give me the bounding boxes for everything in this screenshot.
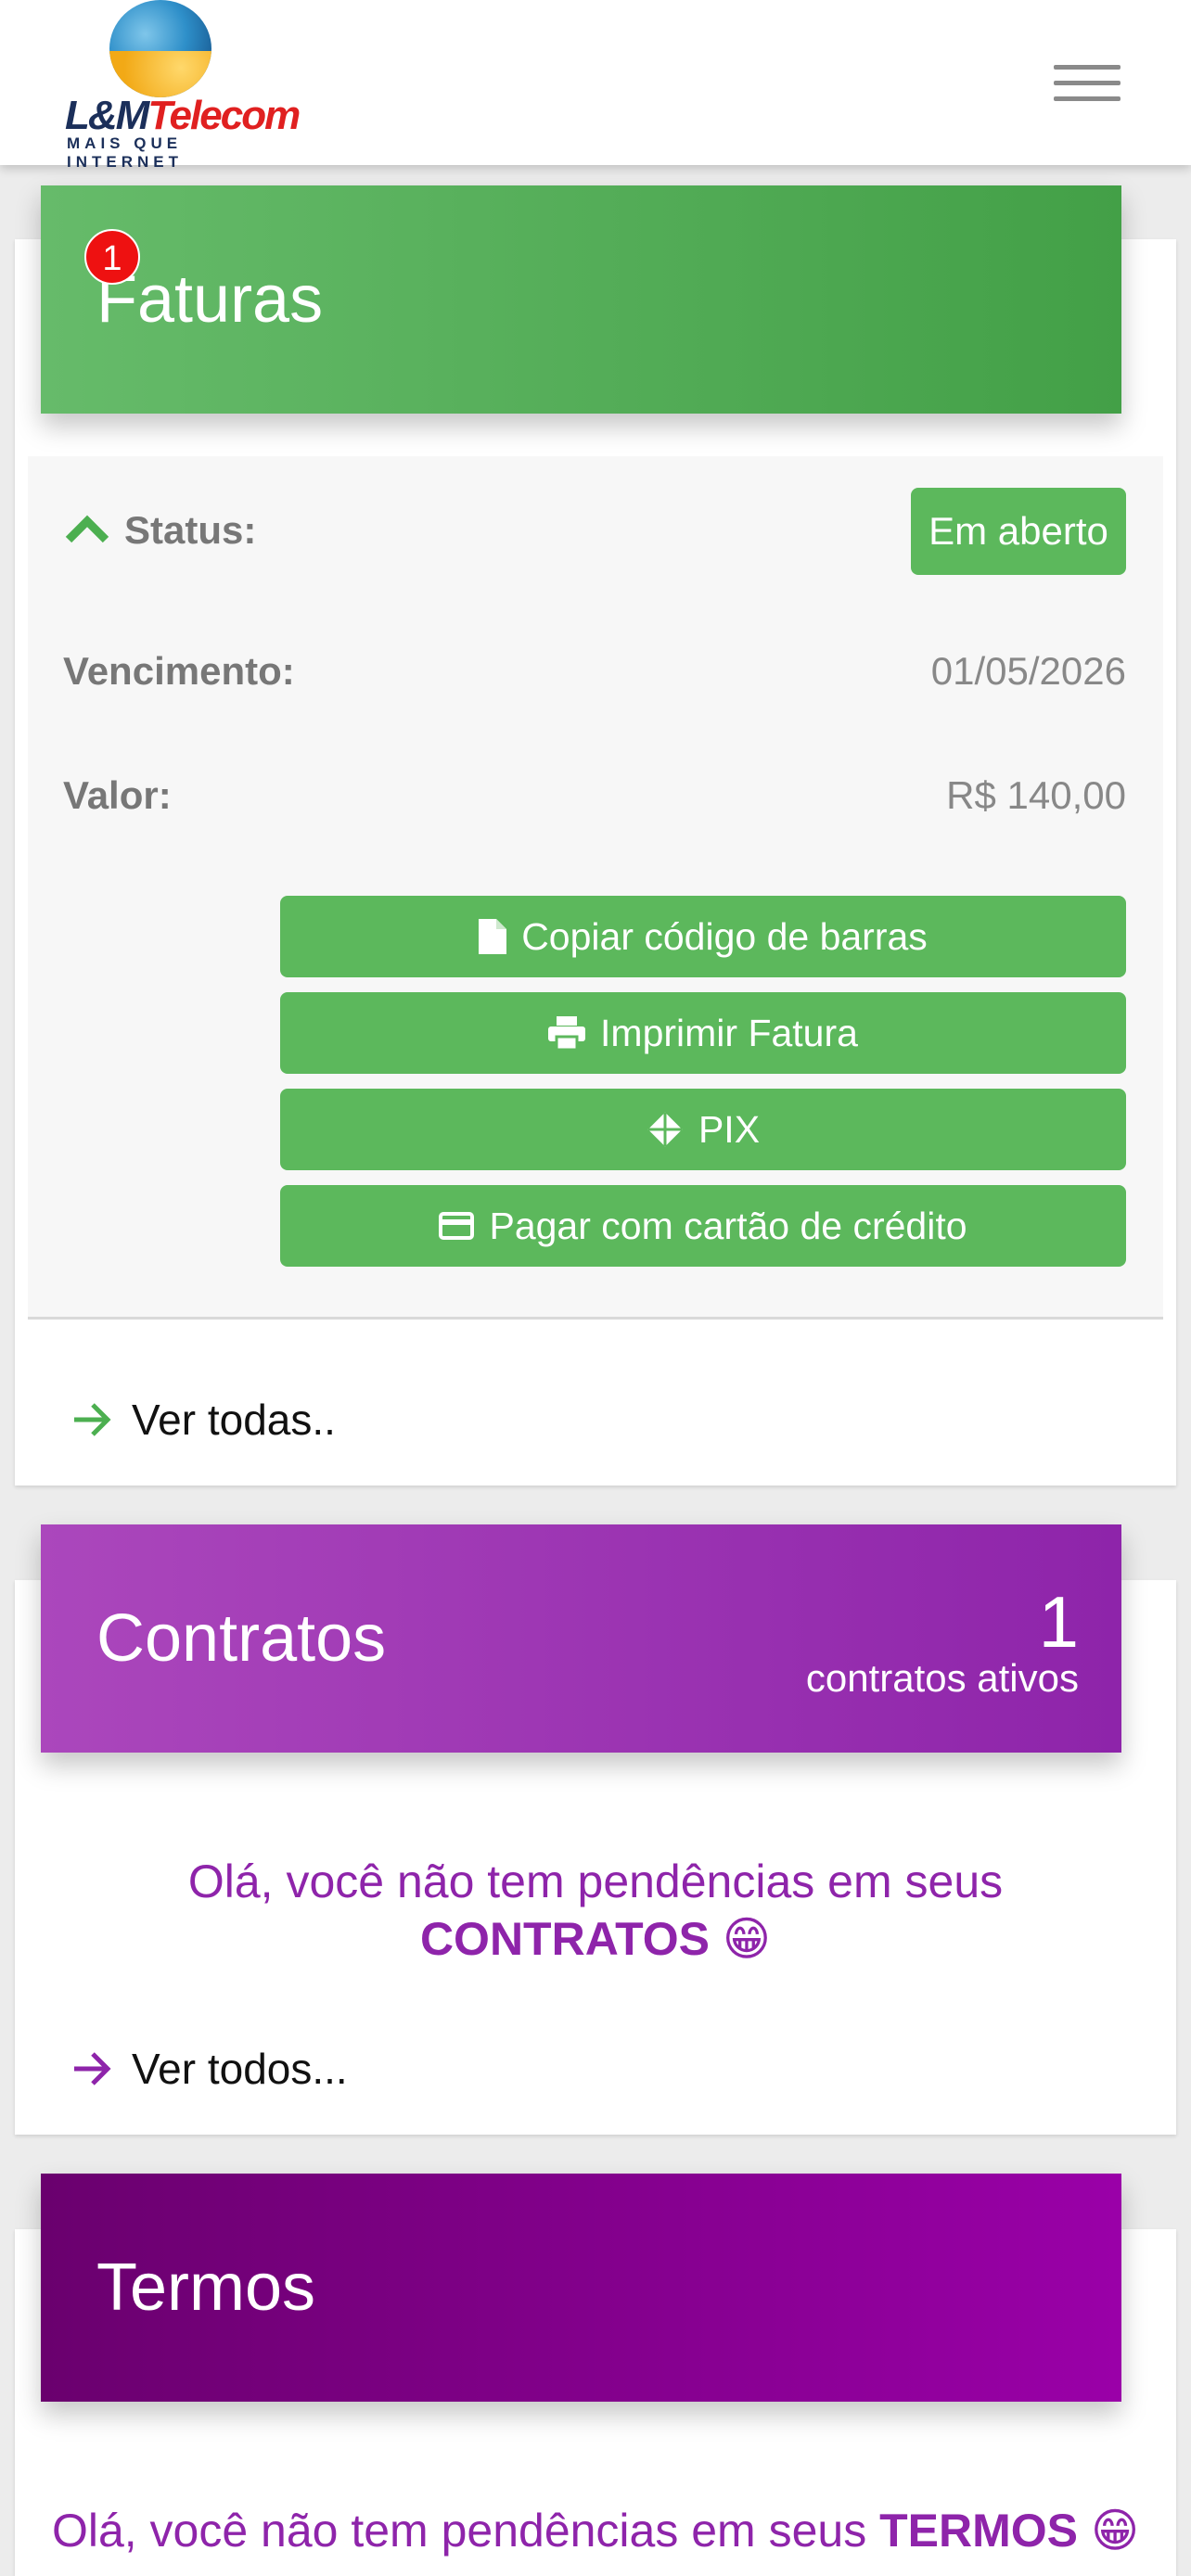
credit-card-label: Pagar com cartão de crédito (489, 1204, 967, 1247)
faturas-header: Faturas (41, 185, 1121, 414)
arrow-right-icon (74, 1403, 111, 1436)
logo-brand: L&MTelecom (65, 93, 301, 138)
amount-value: R$ 140,00 (946, 773, 1126, 817)
grin-emoji-icon: 😁 (722, 1913, 772, 1965)
contratos-message: Olá, você não tem pendências em seus CON… (187, 1855, 1004, 1965)
print-invoice-button[interactable]: Imprimir Fatura (280, 992, 1126, 1074)
pix-button[interactable]: PIX (280, 1089, 1126, 1170)
see-all-invoices-label: Ver todas.. (132, 1396, 336, 1444)
termos-header: Termos (41, 2174, 1121, 2402)
chevron-up-icon[interactable] (65, 514, 109, 543)
see-all-contracts-link[interactable]: Ver todos... (72, 2044, 348, 2094)
termos-highlight: TERMOS (879, 2505, 1079, 2557)
due-date-value: 01/05/2026 (930, 649, 1126, 693)
grin-emoji-icon: 😁 (1090, 2505, 1140, 2557)
logo-globe-icon (109, 0, 211, 97)
contratos-header: Contratos 1 contratos ativos (41, 1524, 1121, 1753)
copy-barcode-button[interactable]: Copiar código de barras (280, 896, 1126, 977)
see-all-invoices-link[interactable]: Ver todas.. (72, 1395, 336, 1445)
top-bar: L&MTelecom MAIS QUE INTERNET (0, 0, 1191, 171)
see-all-contracts-label: Ver todos... (132, 2045, 348, 2093)
credit-card-icon (439, 1212, 475, 1240)
logo-tagline: MAIS QUE INTERNET (67, 134, 183, 171)
active-contracts-label: contratos ativos (805, 1656, 1079, 1700)
notification-badge: 1 (84, 229, 140, 285)
printer-icon (548, 1016, 586, 1050)
status-badge: Em aberto (911, 488, 1126, 575)
amount-label: Valor: (63, 773, 172, 817)
termos-title: Termos (96, 2251, 316, 2325)
hamburger-icon[interactable] (1054, 65, 1121, 102)
active-contracts-count: 1 (1038, 1581, 1079, 1663)
pix-label: PIX (698, 1107, 761, 1151)
due-date-label: Vencimento: (63, 649, 295, 693)
arrow-right-icon (74, 2052, 111, 2085)
status-label: Status: (124, 508, 257, 552)
print-invoice-label: Imprimir Fatura (600, 1011, 858, 1054)
termos-message: Olá, você não tem pendências em seus TER… (51, 2505, 1140, 2557)
copy-barcode-label: Copiar código de barras (521, 914, 928, 958)
file-icon (479, 919, 507, 954)
logo[interactable]: L&MTelecom MAIS QUE INTERNET (65, 0, 301, 171)
invoice-item: Status: Em aberto Vencimento: 01/05/2026… (28, 456, 1163, 1320)
credit-card-button[interactable]: Pagar com cartão de crédito (280, 1185, 1126, 1267)
contratos-highlight: CONTRATOS (419, 1913, 710, 1965)
contratos-title: Contratos (96, 1601, 387, 1676)
pix-icon (647, 1112, 683, 1147)
faturas-title: Faturas (96, 262, 324, 337)
